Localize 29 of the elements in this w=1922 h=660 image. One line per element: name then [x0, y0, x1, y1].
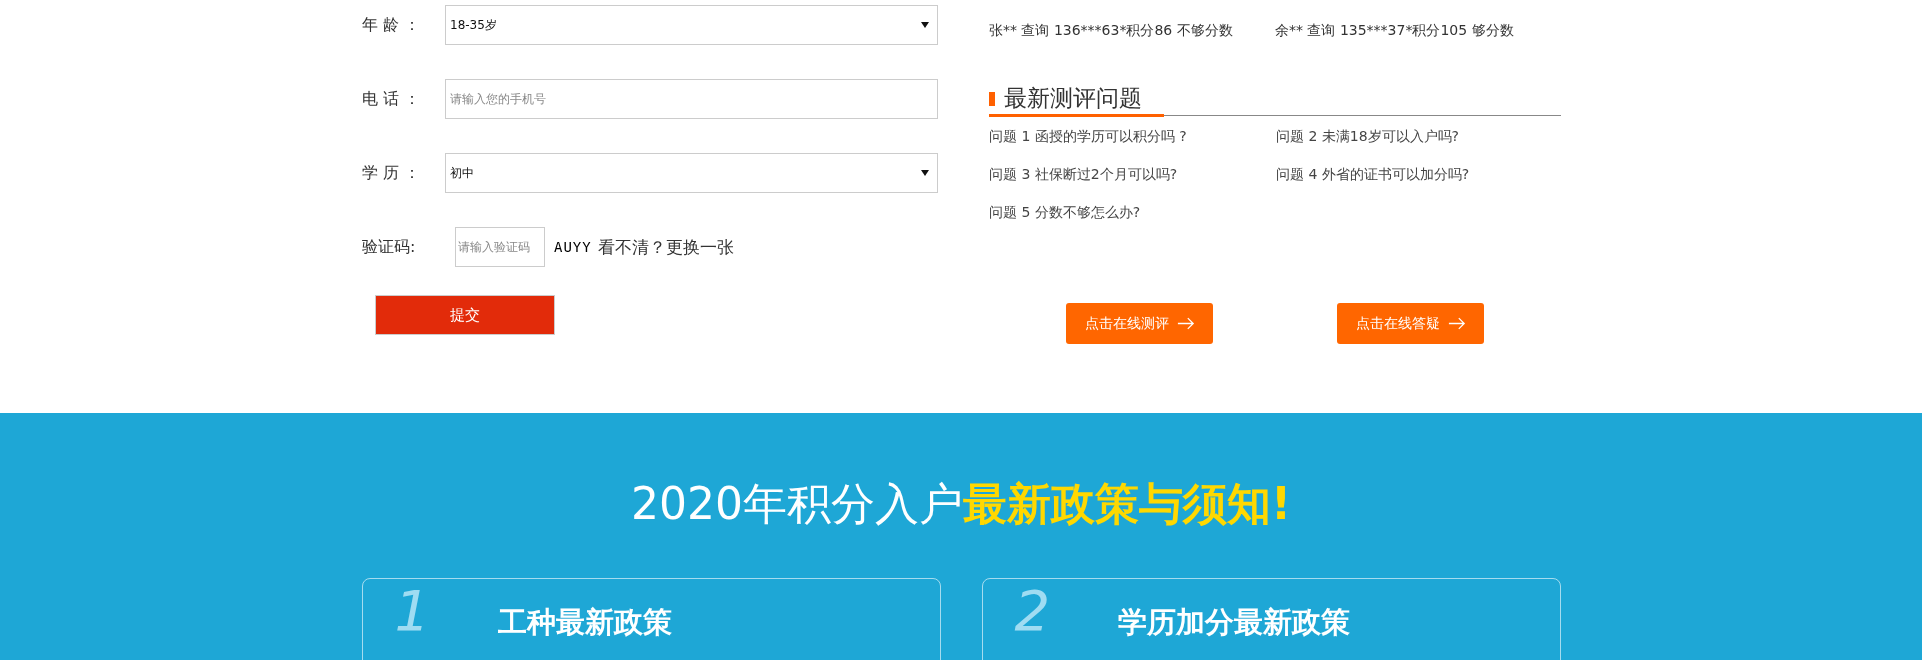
field-label: 学 历 ： [361, 162, 422, 184]
section-title: 最新测评问题 [1004, 84, 1142, 113]
captcha-code: AUYY [554, 239, 592, 255]
card-number: 1 [394, 583, 432, 639]
select-field[interactable]: 初中 [445, 153, 938, 193]
input-field[interactable]: 请输入您的手机号 [445, 79, 938, 119]
record-text: 余** 查询 135***37*积分105 够分数 [1275, 22, 1515, 40]
field-label: 验证码: [361, 236, 417, 258]
captcha-field[interactable]: 请输入验证码 [455, 227, 545, 267]
question-link[interactable]: 问题 4 外省的证书可以加分吗? [1276, 164, 1563, 185]
question-link[interactable]: 问题 1 函授的学历可以积分吗 ? [989, 126, 1276, 147]
heading-marker [989, 91, 995, 106]
card-title: 学历加分最新政策 [1117, 604, 1350, 641]
arrow-icon [1447, 317, 1466, 330]
refresh-link[interactable]: 看不清？更换一张 [597, 235, 734, 259]
question-link[interactable]: 问题 2 未满18岁可以入户吗? [1276, 126, 1563, 147]
select-field[interactable]: 18-35岁 [445, 5, 938, 45]
question-link[interactable]: 问题 5 分数不够怎么办? [989, 202, 1276, 223]
card-title: 工种最新政策 [497, 604, 672, 641]
banner-title: 2020年积分入户最新政策与须知! [630, 477, 1292, 531]
record-text: 张** 查询 136***63*积分86 不够分数 [989, 22, 1234, 40]
dropdown-caret-icon [921, 22, 929, 28]
dropdown-caret-icon [921, 170, 929, 176]
field-label: 电 话 ： [361, 88, 422, 110]
arrow-icon [1176, 317, 1195, 330]
question-link[interactable]: 问题 3 社保断过2个月可以吗? [989, 164, 1276, 185]
submit-button[interactable]: 提交 [375, 295, 555, 335]
field-label: 年 龄 ： [361, 14, 422, 36]
card-number: 2 [1014, 583, 1052, 639]
